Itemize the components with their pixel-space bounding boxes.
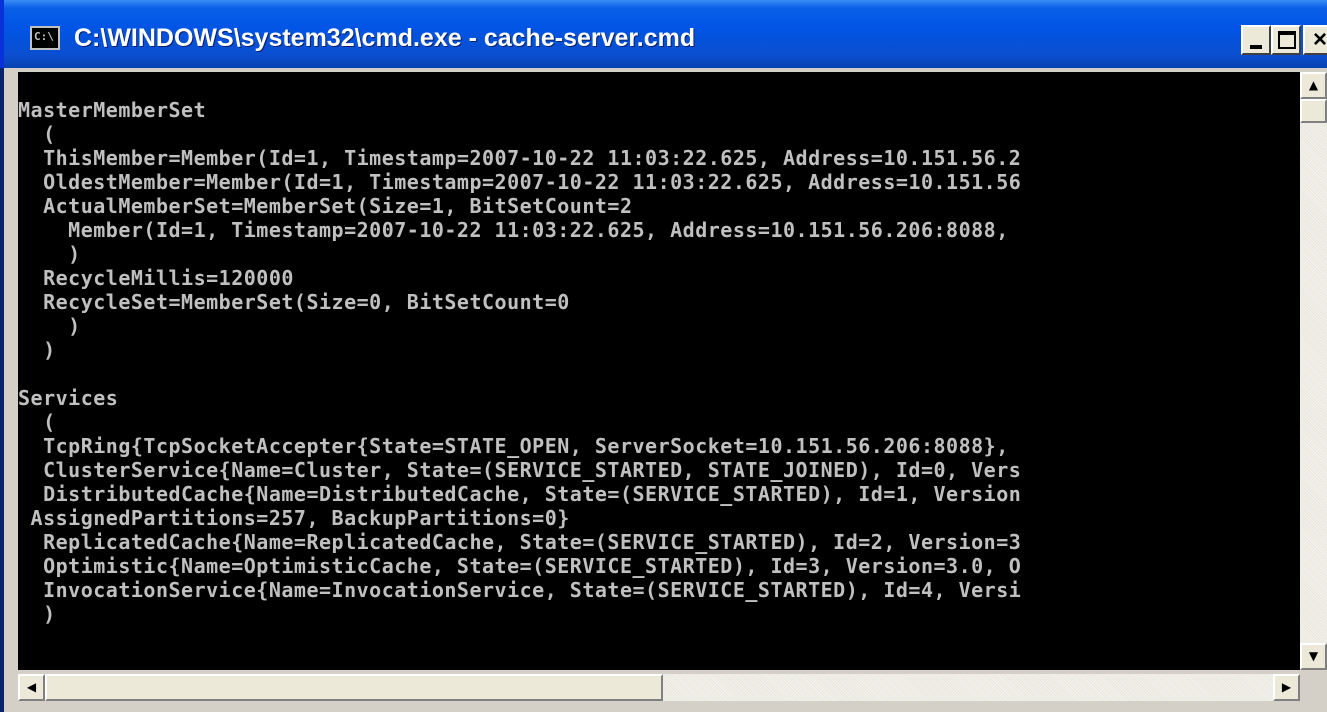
console-line: ClusterService{Name=Cluster, State=(SERV… <box>18 458 1022 482</box>
minimize-icon <box>1250 45 1262 49</box>
scroll-right-button[interactable]: ▶ <box>1273 674 1300 701</box>
console-line: AssignedPartitions=257, BackupPartitions… <box>18 506 570 530</box>
close-button[interactable]: × <box>1303 25 1327 55</box>
console-line: MasterMemberSet <box>18 98 207 122</box>
console-line: RecycleSet=MemberSet(Size=0, BitSetCount… <box>18 290 570 314</box>
title-bar[interactable]: C:\ C:\WINDOWS\system32\cmd.exe - cache-… <box>0 0 1327 68</box>
console-line: DistributedCache{Name=DistributedCache, … <box>18 482 1022 506</box>
console-line: Optimistic{Name=OptimisticCache, State=(… <box>18 554 1022 578</box>
vertical-scrollbar[interactable]: ▲ ▼ <box>1300 72 1327 670</box>
cmd-icon[interactable]: C:\ <box>30 26 60 50</box>
window-title: C:\WINDOWS\system32\cmd.exe - cache-serv… <box>74 24 696 52</box>
size-grip <box>1300 674 1327 701</box>
console-line: ( <box>18 410 56 434</box>
console-line: ReplicatedCache{Name=ReplicatedCache, St… <box>18 530 1022 554</box>
console-line: Services <box>18 386 119 410</box>
console-line: OldestMember=Member(Id=1, Timestamp=2007… <box>18 170 1022 194</box>
arrow-right-icon: ▶ <box>1281 680 1292 694</box>
arrow-left-icon: ◀ <box>26 680 37 694</box>
console-line: ) <box>18 602 56 626</box>
vertical-scroll-thumb[interactable] <box>1300 99 1327 123</box>
horizontal-scroll-thumb[interactable] <box>45 674 663 701</box>
console-output[interactable]: MasterMemberSet ( ThisMember=Member(Id=1… <box>18 72 1300 670</box>
client-area: MasterMemberSet ( ThisMember=Member(Id=1… <box>4 68 1327 712</box>
maximize-icon <box>1278 31 1296 49</box>
close-icon: × <box>1312 26 1327 53</box>
console-line: ActualMemberSet=MemberSet(Size=1, BitSet… <box>18 194 633 218</box>
scroll-up-button[interactable]: ▲ <box>1300 72 1327 99</box>
maximize-button[interactable] <box>1271 25 1301 55</box>
console-lines: MasterMemberSet ( ThisMember=Member(Id=1… <box>18 98 1021 626</box>
console-line: ) <box>18 242 81 266</box>
console-line: ) <box>18 338 56 362</box>
cmd-window: C:\ C:\WINDOWS\system32\cmd.exe - cache-… <box>0 0 1327 712</box>
minimize-button[interactable] <box>1241 25 1271 55</box>
console-line: ) <box>18 314 81 338</box>
arrow-up-icon: ▲ <box>1308 78 1319 92</box>
arrow-down-icon: ▼ <box>1308 649 1319 663</box>
scroll-down-button[interactable]: ▼ <box>1300 643 1327 670</box>
console-line: Member(Id=1, Timestamp=2007-10-22 11:03:… <box>18 218 1009 242</box>
horizontal-scrollbar[interactable]: ◀ ▶ <box>18 674 1300 701</box>
console-line: RecycleMillis=120000 <box>18 266 294 290</box>
console-line: ( <box>18 122 56 146</box>
scroll-left-button[interactable]: ◀ <box>18 674 45 701</box>
console-line: TcpRing{TcpSocketAccepter{State=STATE_OP… <box>18 434 1009 458</box>
console-line: ThisMember=Member(Id=1, Timestamp=2007-1… <box>18 146 1022 170</box>
console-line: InvocationService{Name=InvocationService… <box>18 578 1022 602</box>
vertical-scroll-track[interactable] <box>1300 72 1327 670</box>
